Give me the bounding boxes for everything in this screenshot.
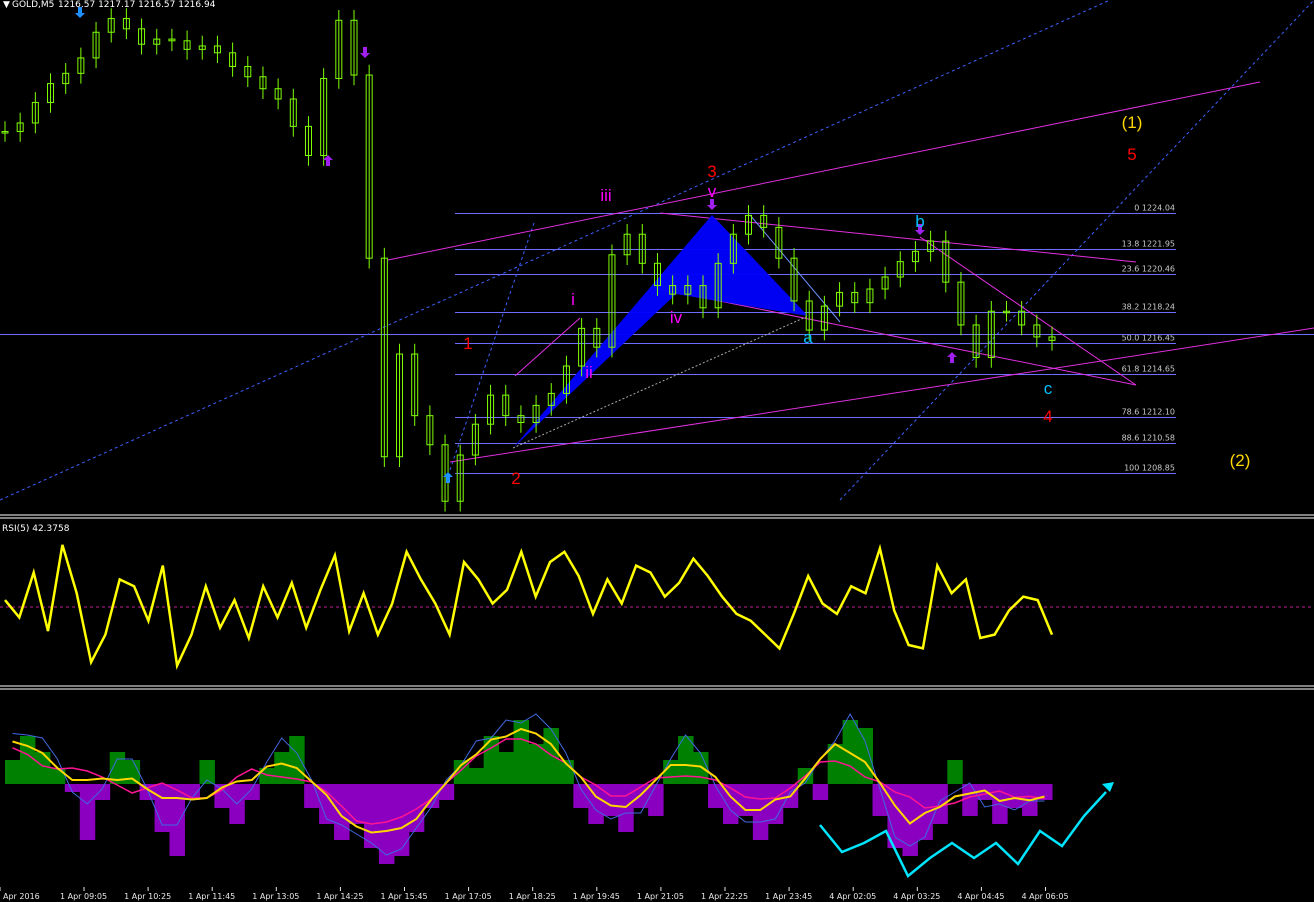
time-label: 1 Apr 21:05 [637,892,684,901]
time-label: 4 Apr 06:05 [1022,892,1069,901]
oscillator-histogram-bar [34,752,51,784]
time-label: 1 Apr 18:25 [509,892,556,901]
chart-symbol: GOLD,M5 [12,0,54,10]
time-label: 1 Apr 22:25 [701,892,748,901]
fib-level-label: 78.6 1212.10 [1122,408,1175,417]
fib-level-label: 13.8 1221.95 [1122,240,1175,249]
time-label: 4 Apr 04:45 [957,892,1004,901]
oscillator-histogram-bar [573,784,589,808]
fib-level-label: 61.8 1214.65 [1122,365,1175,374]
wave-label: a [803,328,813,347]
wave-label: 1 [463,334,472,353]
wave-label: (2) [1230,451,1251,470]
oscillator-histogram-bar [603,784,619,816]
wave-label: b [915,212,924,231]
oscillator-histogram-bar [663,760,679,784]
rsi-title: RSI(5) 42.3758 [2,524,70,534]
fib-level-label: 88.6 1210.58 [1122,434,1175,443]
wave-label: (1) [1122,113,1143,132]
oscillator-histogram-bar [693,752,709,784]
wave-label: c [1044,379,1053,398]
oscillator-histogram-bar [349,784,365,824]
time-label: 1 Apr 15:45 [381,892,428,901]
wave-label: 3 [707,162,716,181]
time-label: 1 Apr 17:05 [445,892,492,901]
oscillator-histogram-bar [19,736,36,784]
wave-label: iv [670,308,683,327]
oscillator-histogram-bar [498,752,515,784]
oscillator-histogram-bar [79,784,96,840]
wave-label: i [571,290,575,309]
oscillator-histogram-bar [124,760,141,784]
wave-label: 5 [1127,145,1136,164]
oscillator-histogram-bar [1007,784,1023,808]
oscillator-histogram-bar [648,784,664,816]
oscillator-histogram-bar [812,784,829,800]
oscillator-histogram-bar [393,784,410,856]
oscillator-histogram-bar [483,736,500,784]
time-label: 1 Apr 11:45 [188,892,235,901]
wave-label: ii [585,363,593,382]
oscillator-histogram-bar [438,784,455,800]
oscillator-histogram-bar [5,760,21,784]
dropdown-icon[interactable]: ▼ [3,0,10,10]
time-label: 1 Apr 13:05 [252,892,299,901]
oscillator-histogram-bar [378,784,395,864]
wave-label: 2 [511,469,520,488]
oscillator-histogram-bar [468,768,485,784]
oscillator-histogram-bar [528,744,544,784]
time-label: 1 Apr 19:45 [573,892,620,901]
oscillator-histogram-bar [94,784,111,800]
time-label: Apr 2016 [3,892,40,901]
oscillator-histogram-bar [857,728,874,784]
fib-level-label: 100 1208.85 [1124,464,1175,473]
fib-level-label: 38.2 1218.24 [1122,303,1175,312]
time-label: 1 Apr 10:25 [124,892,171,901]
time-label: 4 Apr 02:05 [829,892,876,901]
oscillator-histogram-bar [752,784,769,840]
time-label: 1 Apr 23:45 [765,892,812,901]
oscillator-histogram-bar [244,784,260,800]
oscillator-histogram-bar [947,760,963,784]
chart-canvas: ▼ GOLD,M5 1216.57 1217.17 1216.57 1216.9… [0,0,1314,902]
fib-level-label: 23.6 1220.46 [1122,265,1175,274]
time-label: 4 Apr 03:25 [893,892,940,901]
oscillator-histogram-bar [363,784,380,848]
wave-label: 4 [1043,407,1052,426]
wave-label: v [708,182,717,201]
oscillator-histogram-bar [737,784,754,816]
time-label: 1 Apr 14:25 [316,892,363,901]
oscillator-histogram-bar [289,736,305,784]
oscillator-histogram-bar [962,784,978,816]
oscillator-histogram-bar [64,784,81,792]
oscillator-histogram-bar [274,752,290,784]
time-label: 1 Apr 09:05 [60,892,107,901]
wave-label: iii [600,186,611,205]
oscillator-histogram-bar [169,784,185,856]
fib-level-label: 0 1224.04 [1134,204,1175,213]
